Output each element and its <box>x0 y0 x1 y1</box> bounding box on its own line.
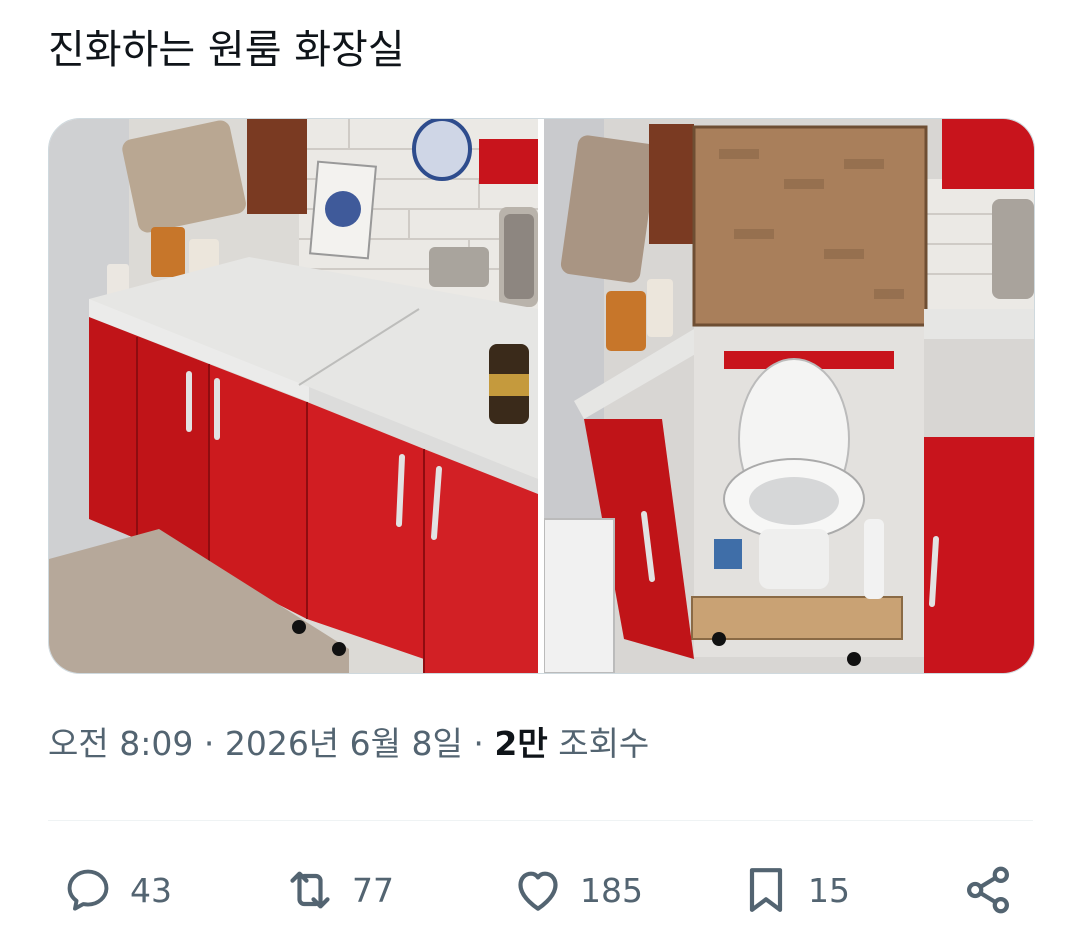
divider <box>48 820 1033 821</box>
photo-hidden-toilet[interactable] <box>544 119 1034 673</box>
heart-icon <box>510 862 566 918</box>
tweet-date[interactable]: 2026년 6월 8일 <box>225 724 463 763</box>
tweet-media[interactable] <box>48 118 1035 674</box>
bookmark-icon <box>738 862 794 918</box>
retweet-count: 77 <box>352 870 394 910</box>
reply-count: 43 <box>130 870 172 910</box>
retweet-arrows-icon <box>282 862 338 918</box>
bookmark-button[interactable]: 15 <box>738 850 850 930</box>
bookmark-count: 15 <box>808 870 850 910</box>
views-label: 조회수 <box>558 724 650 763</box>
share-button[interactable] <box>960 850 1016 930</box>
meta-separator-2: · <box>473 724 484 763</box>
reply-button[interactable]: 43 <box>60 850 172 930</box>
meta-separator: · <box>203 724 215 763</box>
retweet-button[interactable]: 77 <box>282 850 394 930</box>
like-count: 185 <box>580 870 643 910</box>
tweet-text: 진화하는 원룸 화장실 <box>48 27 405 73</box>
tweet-time[interactable]: 오전 8:09 <box>48 724 193 763</box>
like-button[interactable]: 185 <box>510 850 643 930</box>
speech-bubble-icon <box>60 862 116 918</box>
photo-kitchen-cabinets[interactable] <box>49 119 538 673</box>
views-count: 2만 <box>494 724 548 763</box>
share-nodes-icon <box>960 862 1016 918</box>
tweet-meta: 오전 8:09 · 2026년 6월 8일 · 2만 조회수 <box>48 718 649 770</box>
action-bar: 43 77 185 15 <box>0 850 1080 930</box>
